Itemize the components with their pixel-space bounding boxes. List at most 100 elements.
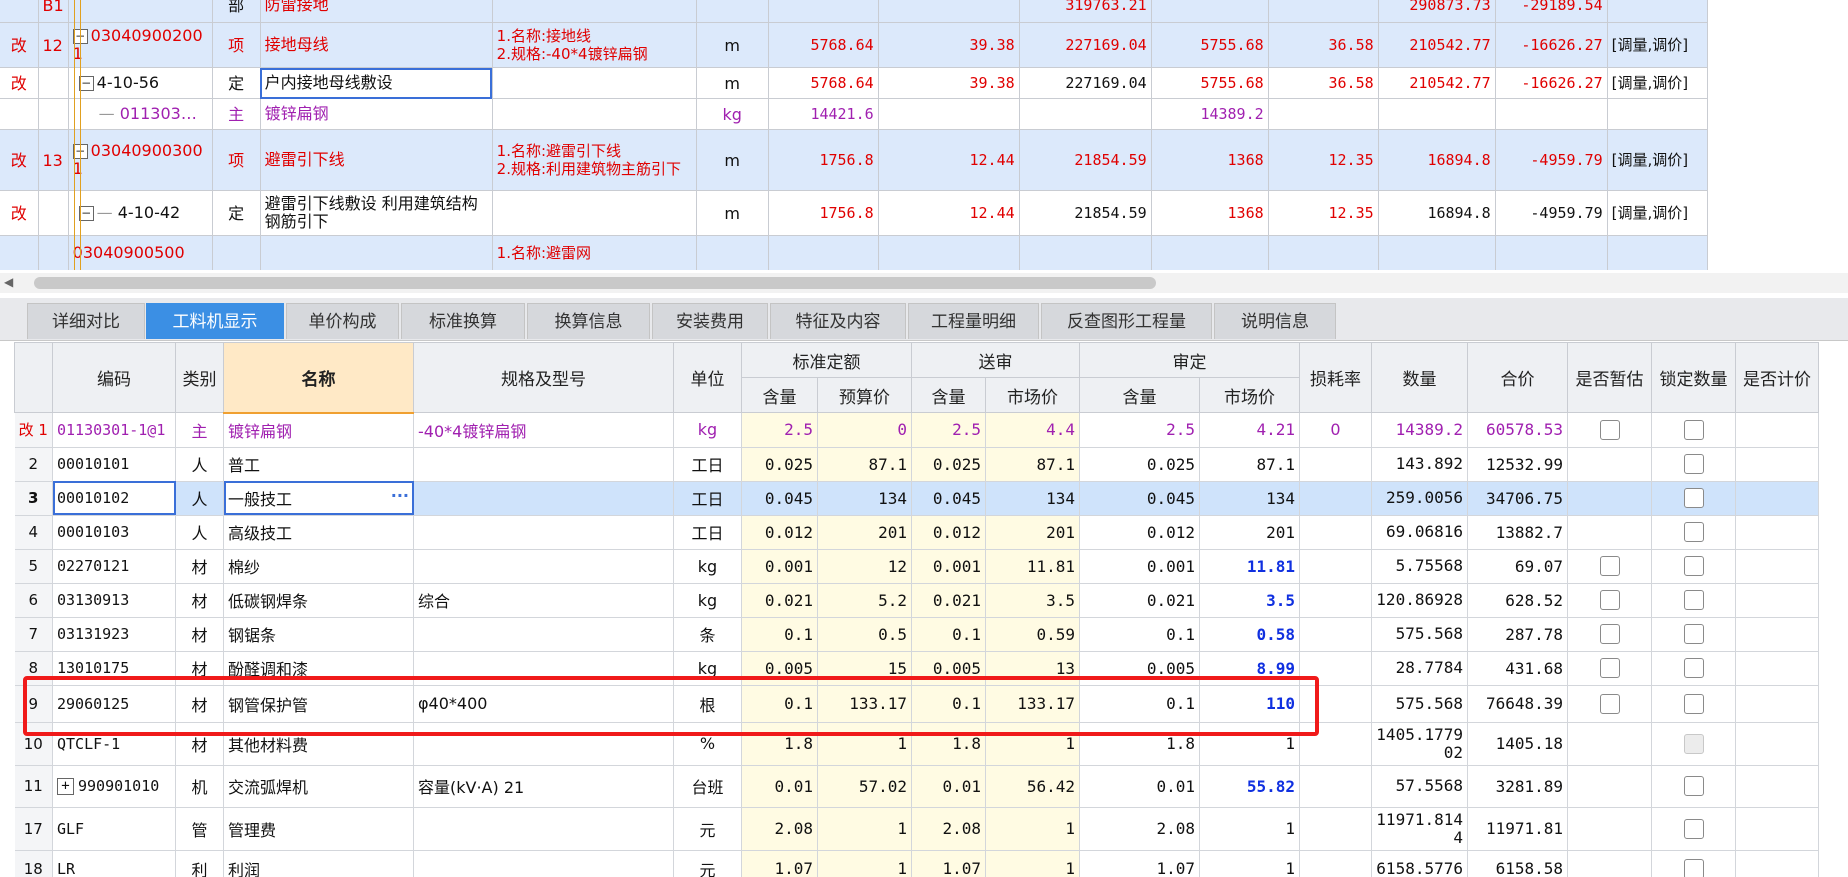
item-cell-type[interactable]: 定 xyxy=(212,190,261,236)
resource-cell-q1[interactable]: 0.012 xyxy=(741,515,818,550)
resource-cell-unit[interactable]: % xyxy=(673,722,742,766)
resource-cell-loss[interactable] xyxy=(1299,807,1372,851)
item-cell-name[interactable]: 户内接地母线敷设 xyxy=(260,67,493,99)
resource-cell-lock-qty[interactable] xyxy=(1651,807,1736,851)
resource-cell-spec[interactable] xyxy=(413,515,674,550)
resource-cell-spec[interactable]: φ40*400 xyxy=(413,685,674,723)
lock-qty-checkbox[interactable] xyxy=(1683,556,1704,577)
resource-cell-loss[interactable] xyxy=(1299,481,1372,516)
resource-cell-spec[interactable] xyxy=(413,447,674,482)
item-cell-price[interactable]: 39.38 xyxy=(878,67,1020,99)
lock-qty-checkbox[interactable] xyxy=(1683,454,1704,475)
item-cell-total2[interactable]: 210542.77 xyxy=(1378,67,1496,99)
resource-cell-q1[interactable]: 0.1 xyxy=(741,617,818,652)
resource-cell-lock-qty[interactable] xyxy=(1651,412,1736,448)
resource-cell-amount[interactable]: 575.568 xyxy=(1371,685,1468,723)
resource-cell-name[interactable]: 交流弧焊机 xyxy=(223,765,414,808)
item-cell-total[interactable]: 21854.59 xyxy=(1019,129,1152,191)
resource-cell-is-priced[interactable] xyxy=(1735,515,1819,550)
resource-row[interactable]: 改 1 01130301-1@1 主 镀锌扁钢 -40*4镀锌扁钢 kg 2.5 0 2.5 4.… xyxy=(14,412,1819,448)
item-row[interactable]: 改 13−030409003001 项避雷引下线 1.名称:避雷引下线 2.规格:利用… xyxy=(0,129,1708,191)
resource-cell-p3[interactable]: 1 xyxy=(1199,807,1300,851)
resource-cell-loss[interactable] xyxy=(1299,447,1372,482)
item-cell-price[interactable] xyxy=(878,98,1020,130)
item-cell-diff[interactable]: -29189.54 xyxy=(1495,0,1608,23)
spec-header[interactable]: 规格及型号 xyxy=(413,342,674,413)
resource-cell-type[interactable]: 材 xyxy=(175,549,224,584)
item-cell-note[interactable]: [调量,调价] xyxy=(1607,67,1708,99)
resource-cell-is-priced[interactable] xyxy=(1735,651,1819,686)
resource-cell-total[interactable]: 6158.58 xyxy=(1467,850,1568,877)
resource-cell-code[interactable]: QTCLF-1 xyxy=(52,722,176,766)
resource-cell-p2[interactable]: 56.42 xyxy=(985,765,1080,808)
resource-cell-is-priced[interactable] xyxy=(1735,765,1819,808)
resource-cell-name[interactable]: 棉纱 xyxy=(223,549,414,584)
resource-cell-q2[interactable]: 2.5 xyxy=(911,412,986,448)
resource-cell-loss[interactable] xyxy=(1299,722,1372,766)
tab-7[interactable]: 工程量明细 xyxy=(908,303,1039,339)
item-cell-spec[interactable] xyxy=(492,190,697,236)
item-cell-qty[interactable] xyxy=(768,0,879,23)
resource-cell-code[interactable]: GLF xyxy=(52,807,176,851)
item-cell-price2[interactable] xyxy=(1268,235,1379,270)
resource-cell-unit[interactable]: 台班 xyxy=(673,765,742,808)
item-cell-unit[interactable]: kg xyxy=(696,98,769,130)
resource-cell-q3[interactable]: 0.1 xyxy=(1079,617,1200,652)
resource-cell-total[interactable]: 3281.89 xyxy=(1467,765,1568,808)
resource-cell-q2[interactable]: 0.005 xyxy=(911,651,986,686)
item-cell-mark[interactable] xyxy=(0,0,39,23)
horizontal-scrollbar[interactable]: ◀ xyxy=(0,273,1848,293)
resource-row[interactable]: 18 LR 利 利润 元 1.07 1 1.07 1 1.07 1 6158.5776 6158.58 xyxy=(14,850,1819,877)
resource-cell-amount[interactable]: 69.06816 xyxy=(1371,515,1468,550)
resource-cell-q3[interactable]: 0.025 xyxy=(1079,447,1200,482)
tab-4[interactable]: 换算信息 xyxy=(527,303,650,339)
resource-cell-q3[interactable]: 2.5 xyxy=(1079,412,1200,448)
resource-cell-p1[interactable]: 15 xyxy=(817,651,912,686)
resource-cell-total[interactable]: 628.52 xyxy=(1467,583,1568,618)
resource-cell-spec[interactable]: 综合 xyxy=(413,583,674,618)
resource-cell-q3[interactable]: 0.012 xyxy=(1079,515,1200,550)
resource-cell-is-temp[interactable] xyxy=(1567,515,1652,550)
resource-cell-type[interactable]: 人 xyxy=(175,515,224,550)
resource-cell-p3[interactable]: 55.82 xyxy=(1199,765,1300,808)
resource-cell-p2[interactable]: 3.5 xyxy=(985,583,1080,618)
resource-row[interactable]: 10 QTCLF-1 材其他材料费% 1.8 1 1.8 1 1.8 1 1405.177902 1… xyxy=(14,722,1819,766)
resource-cell-is-priced[interactable] xyxy=(1735,617,1819,652)
resource-cell-p1[interactable]: 1 xyxy=(817,850,912,877)
resource-cell-q1[interactable]: 0.021 xyxy=(741,583,818,618)
item-cell-unit[interactable]: m xyxy=(696,129,769,191)
resource-cell-loss[interactable] xyxy=(1299,850,1372,877)
resource-cell-type[interactable]: 材 xyxy=(175,722,224,766)
resource-cell-type[interactable]: 材 xyxy=(175,617,224,652)
tab-6[interactable]: 特征及内容 xyxy=(770,303,906,339)
resource-cell-q3[interactable]: 0.001 xyxy=(1079,549,1200,584)
item-cell-spec[interactable] xyxy=(492,0,697,23)
resource-cell-code[interactable]: +990901010 xyxy=(52,765,176,808)
type-header[interactable]: 类别 xyxy=(175,342,224,413)
amount-header[interactable]: 数量 xyxy=(1371,342,1468,413)
resource-cell-amount[interactable]: 6158.5776 xyxy=(1371,850,1468,877)
resource-cell-name[interactable]: 利润 xyxy=(223,850,414,877)
resource-cell-q3[interactable]: 1.8 xyxy=(1079,722,1200,766)
item-cell-name[interactable]: 避雷引下线敷设 利用建筑结构钢筋引下 xyxy=(260,190,493,236)
resource-row[interactable]: 17 GLF 管管理费 元 2.08 1 2.08 1 2.08 1 11971.8144 11971… xyxy=(14,807,1819,851)
item-cell-note[interactable]: [调量,调价] xyxy=(1607,190,1708,236)
item-cell-qty[interactable]: 5768.64 xyxy=(768,67,879,99)
tab-9[interactable]: 说明信息 xyxy=(1214,303,1336,339)
resource-cell-code[interactable]: 00010102 xyxy=(52,481,176,516)
resource-cell-code[interactable]: 00010101 xyxy=(52,447,176,482)
resource-cell-loss[interactable] xyxy=(1299,515,1372,550)
resource-cell-q2[interactable]: 0.045 xyxy=(911,481,986,516)
resource-cell-q1[interactable]: 2.5 xyxy=(741,412,818,448)
item-cell-no[interactable] xyxy=(38,67,69,99)
resource-row[interactable]: 9 29060125 材钢管保护管 φ40*400 根 0.1 133.17 0.1 133.1… xyxy=(14,685,1819,723)
resource-cell-lock-qty[interactable] xyxy=(1651,685,1736,723)
resource-cell-p2[interactable]: 201 xyxy=(985,515,1080,550)
resource-cell-p1[interactable]: 87.1 xyxy=(817,447,912,482)
resource-cell-total[interactable]: 69.07 xyxy=(1467,549,1568,584)
resource-cell-loss[interactable] xyxy=(1299,549,1372,584)
item-cell-qty2[interactable]: 5755.68 xyxy=(1151,67,1269,99)
item-cell-note[interactable] xyxy=(1607,98,1708,130)
resource-cell-unit[interactable]: kg xyxy=(673,412,742,448)
resource-cell-q1[interactable]: 1.8 xyxy=(741,722,818,766)
